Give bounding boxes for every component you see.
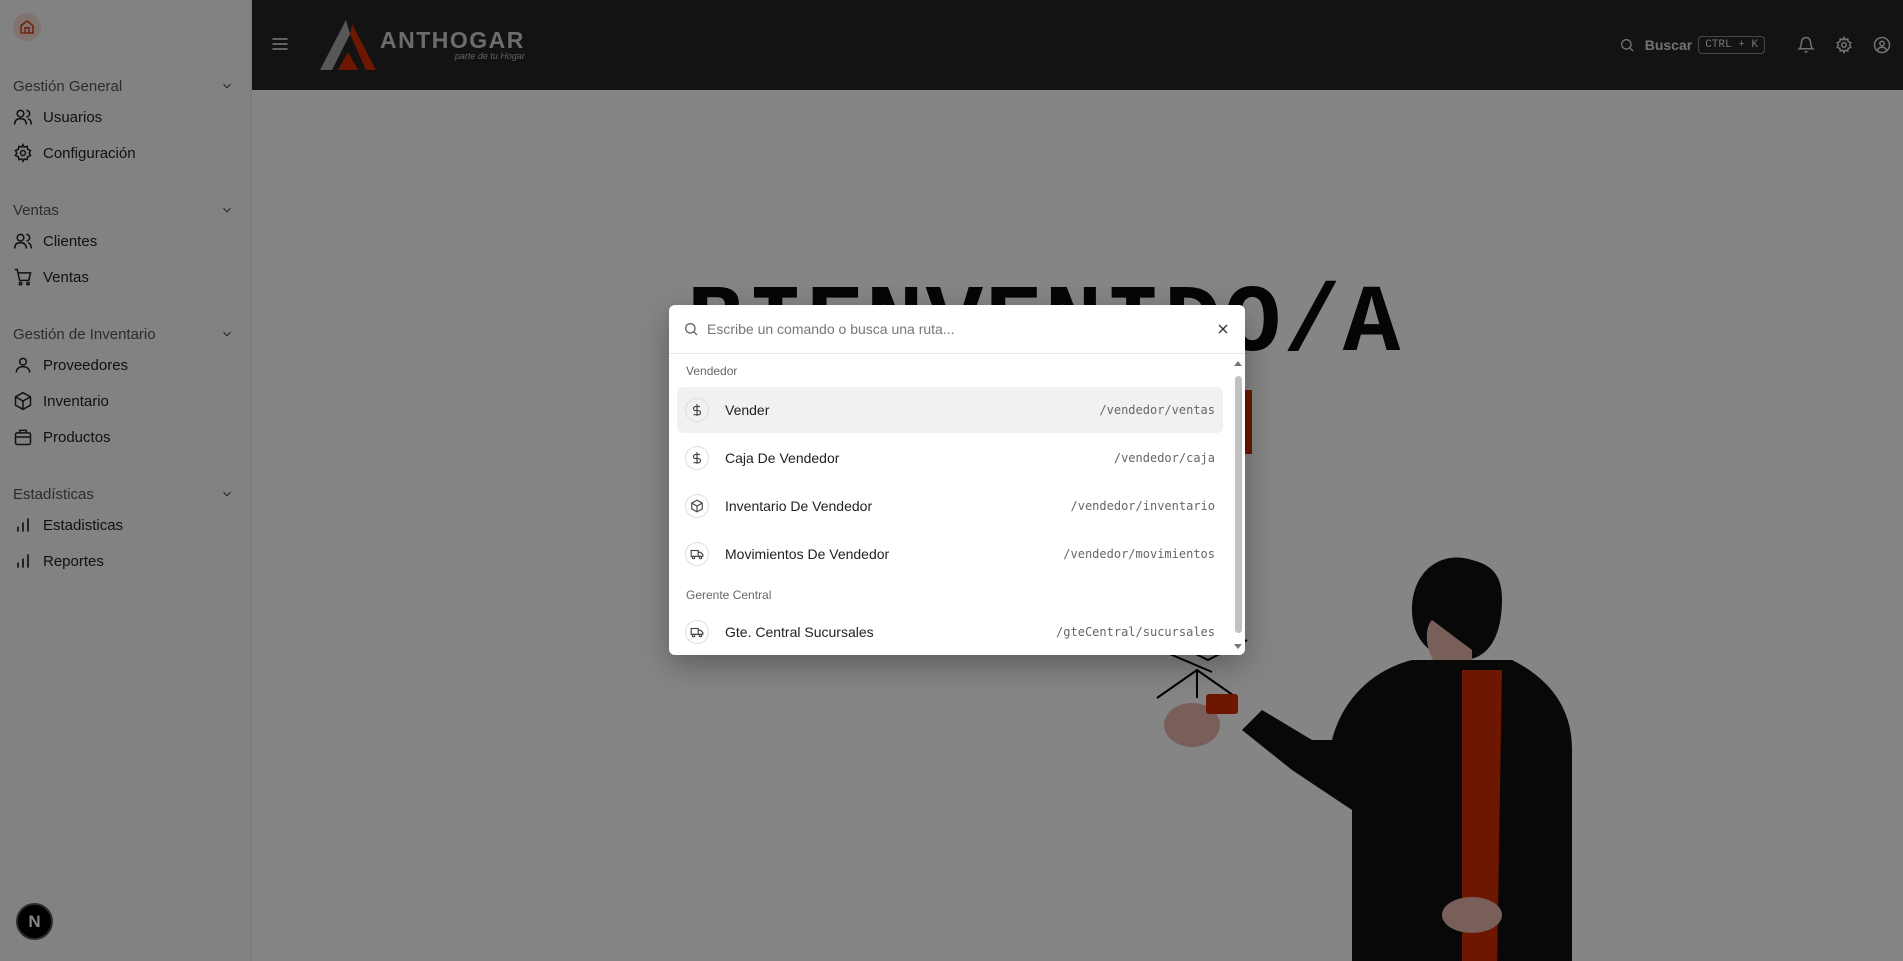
- close-icon: [1218, 324, 1228, 334]
- command-path: /gteCentral/sucursales: [1056, 625, 1215, 639]
- truck-icon: [690, 549, 704, 560]
- command-icon-wrap: [685, 542, 709, 566]
- scrollbar-thumb[interactable]: [1235, 376, 1242, 633]
- command-label: Movimientos De Vendedor: [725, 546, 890, 562]
- section-heading-gerente-central: Gerente Central: [686, 588, 772, 602]
- close-dialog-button[interactable]: [1215, 321, 1231, 337]
- command-list: Vendedor Vender /vendedor/ventas Caja De…: [669, 355, 1231, 655]
- command-label: Inventario De Vendedor: [725, 498, 873, 514]
- dollar-icon: [692, 452, 702, 464]
- command-path: /vendedor/movimientos: [1063, 547, 1215, 561]
- search-icon: [685, 323, 698, 336]
- scroll-down-arrow-icon[interactable]: [1234, 644, 1242, 649]
- command-icon-wrap: [685, 494, 709, 518]
- command-item-sucursales[interactable]: Gte. Central Sucursales /gteCentral/sucu…: [677, 609, 1223, 655]
- command-label: Caja De Vendedor: [725, 450, 840, 466]
- command-path: /vendedor/ventas: [1099, 403, 1215, 417]
- command-search-bar: [669, 305, 1245, 354]
- command-item-vender[interactable]: Vender /vendedor/ventas: [677, 387, 1223, 433]
- command-item-inventario[interactable]: Inventario De Vendedor /vendedor/inventa…: [677, 483, 1223, 529]
- command-icon-wrap: [685, 446, 709, 470]
- command-icon-wrap: [685, 398, 709, 422]
- command-icon-wrap: [685, 620, 709, 644]
- command-path: /vendedor/inventario: [1070, 499, 1216, 513]
- section-heading-vendedor: Vendedor: [686, 364, 738, 378]
- box-icon: [691, 499, 703, 513]
- command-item-movimientos[interactable]: Movimientos De Vendedor /vendedor/movimi…: [677, 531, 1223, 577]
- command-item-caja[interactable]: Caja De Vendedor /vendedor/caja: [677, 435, 1223, 481]
- scroll-up-arrow-icon[interactable]: [1234, 361, 1242, 366]
- command-palette: Vendedor Vender /vendedor/ventas Caja De…: [669, 305, 1245, 655]
- command-list-scrollbar[interactable]: [1231, 355, 1245, 655]
- command-search-input[interactable]: [707, 321, 1215, 337]
- truck-icon: [690, 627, 704, 638]
- command-path: /vendedor/caja: [1113, 451, 1215, 465]
- dollar-icon: [692, 404, 702, 416]
- command-label: Vender: [725, 402, 770, 418]
- command-label: Gte. Central Sucursales: [725, 624, 874, 640]
